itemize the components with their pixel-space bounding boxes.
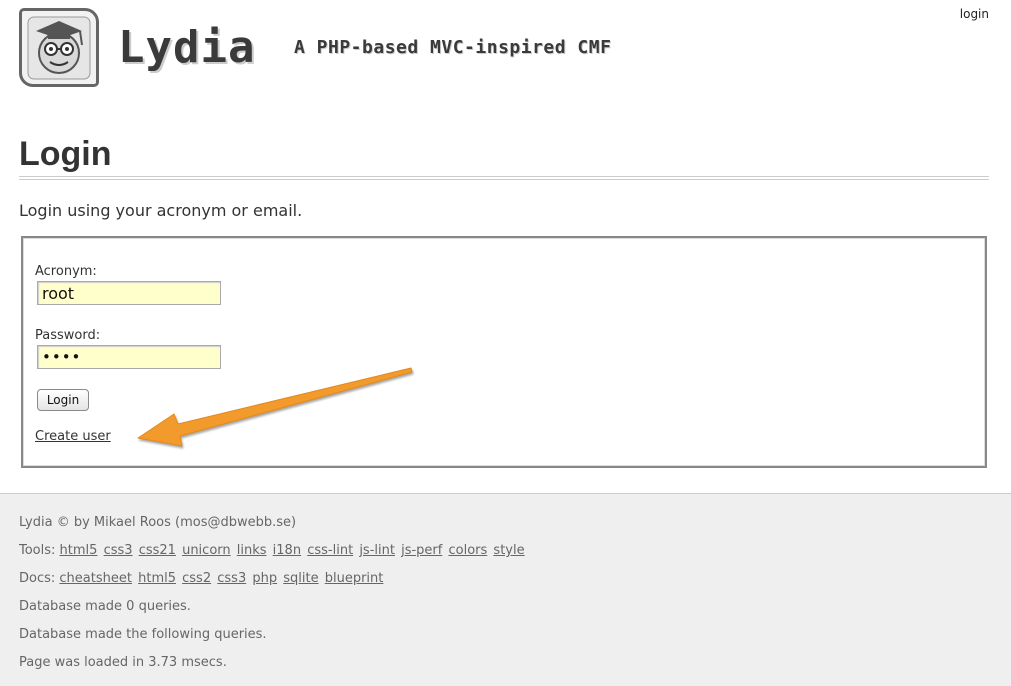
docs-link-html5[interactable]: html5 [138, 571, 176, 586]
tools-link-js-perf[interactable]: js-perf [401, 543, 442, 558]
password-input[interactable] [37, 345, 221, 369]
tools-link-colors[interactable]: colors [448, 543, 487, 558]
docs-link-css2[interactable]: css2 [182, 571, 211, 586]
lydia-face-icon [27, 16, 91, 80]
title-divider [19, 176, 989, 180]
tools-link-links[interactable]: links [237, 543, 267, 558]
footer-db-following: Database made the following queries. [19, 627, 267, 642]
footer-tools: Tools: html5 css3 css21 unicorn links i1… [19, 543, 527, 559]
footer-copyright: Lydia © by Mikael Roos (mos@dbwebb.se) [19, 515, 297, 530]
tools-link-css-lint[interactable]: css-lint [307, 543, 353, 558]
tools-link-css3[interactable]: css3 [104, 543, 133, 558]
tools-link-style[interactable]: style [493, 543, 524, 558]
docs-link-php[interactable]: php [252, 571, 277, 586]
login-button[interactable]: Login [37, 389, 89, 411]
tools-link-i18n[interactable]: i18n [273, 543, 301, 558]
tools-label: Tools: [19, 543, 56, 558]
site-title[interactable]: Lydia [118, 20, 255, 76]
footer-docs: Docs: cheatsheet html5 css2 css3 php sql… [19, 571, 385, 587]
login-form: Acronym: Password: Login Create user [21, 236, 987, 468]
site-header: Lydia A PHP-based MVC-inspired CMF login [0, 0, 1011, 100]
page-title: Login [19, 135, 112, 173]
create-user-link[interactable]: Create user [35, 429, 111, 444]
acronym-label: Acronym: [35, 264, 97, 279]
footer-db-queries: Database made 0 queries. [19, 599, 191, 614]
docs-link-css3[interactable]: css3 [217, 571, 246, 586]
site-slogan: A PHP-based MVC-inspired CMF [294, 37, 612, 58]
tools-link-js-lint[interactable]: js-lint [359, 543, 395, 558]
lydia-logo[interactable] [19, 8, 99, 87]
docs-label: Docs: [19, 571, 56, 586]
docs-link-sqlite[interactable]: sqlite [283, 571, 318, 586]
tools-link-unicorn[interactable]: unicorn [182, 543, 231, 558]
login-intro-text: Login using your acronym or email. [19, 201, 303, 220]
docs-link-blueprint[interactable]: blueprint [325, 571, 384, 586]
password-label: Password: [35, 328, 101, 343]
acronym-input[interactable] [37, 281, 221, 305]
header-login-link[interactable]: login [960, 7, 989, 21]
site-footer: Lydia © by Mikael Roos (mos@dbwebb.se) T… [0, 493, 1011, 686]
tools-link-html5[interactable]: html5 [60, 543, 98, 558]
tools-link-css21[interactable]: css21 [139, 543, 176, 558]
footer-load-time: Page was loaded in 3.73 msecs. [19, 655, 227, 670]
docs-link-cheatsheet[interactable]: cheatsheet [59, 571, 132, 586]
